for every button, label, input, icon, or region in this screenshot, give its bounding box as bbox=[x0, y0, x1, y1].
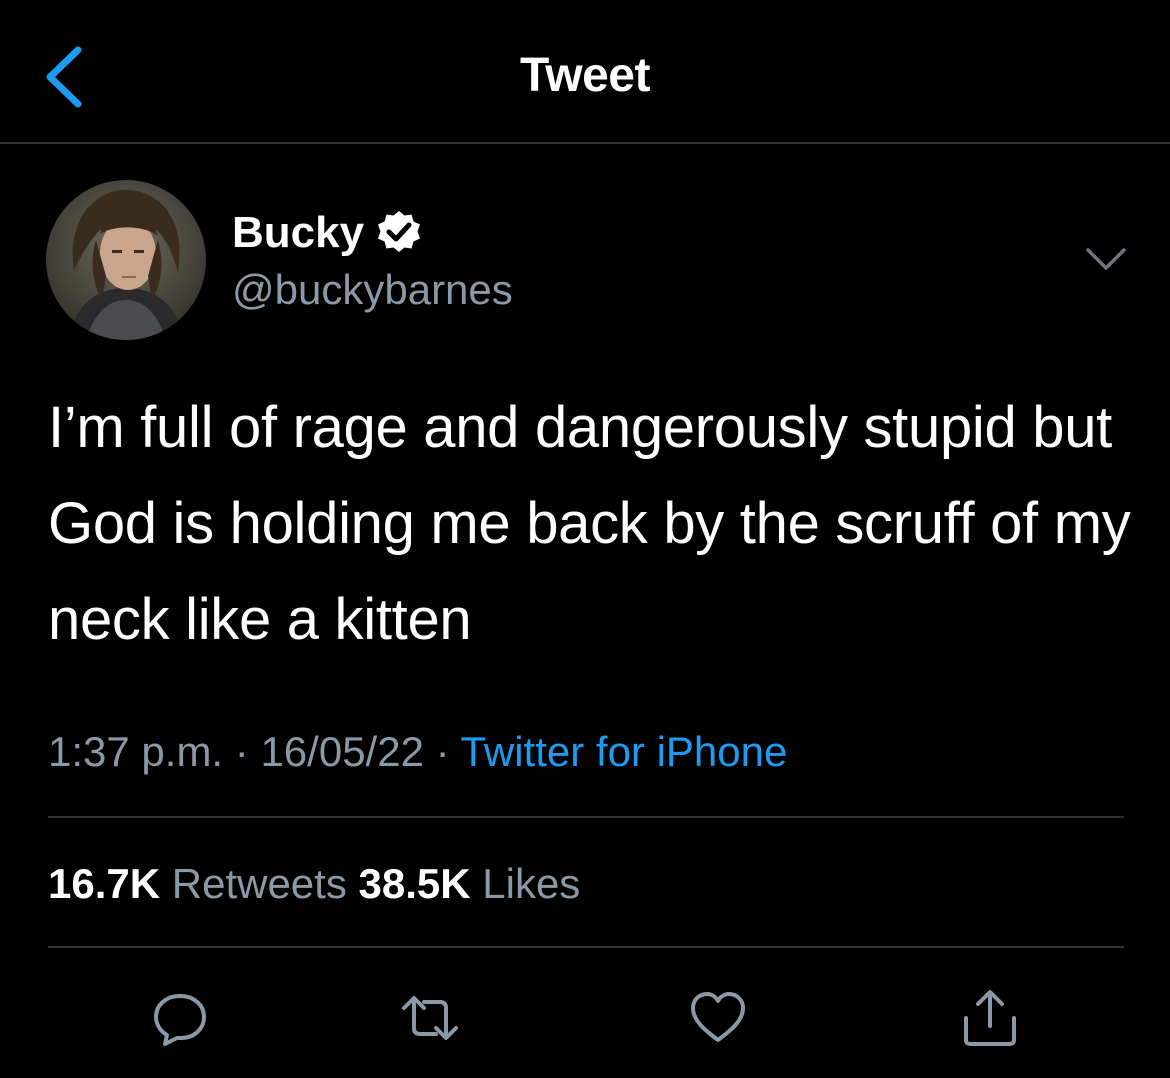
reply-icon bbox=[154, 994, 206, 1046]
tweet-text: I’m full of rage and dangerously stupid … bbox=[48, 395, 1131, 652]
tweet-menu-button[interactable] bbox=[1084, 244, 1128, 274]
retweets-label: Retweets bbox=[171, 860, 347, 907]
divider bbox=[48, 946, 1124, 948]
meta-separator: · bbox=[435, 728, 450, 775]
chevron-down-icon bbox=[1086, 248, 1126, 270]
author-display-name[interactable]: Bucky bbox=[232, 206, 364, 260]
retweets-stat[interactable]: 16.7K Retweets bbox=[48, 860, 359, 907]
likes-label: Likes bbox=[482, 860, 581, 907]
tweet-time: 1:37 p.m. bbox=[48, 728, 224, 775]
likes-stat[interactable]: 38.5K Likes bbox=[359, 860, 581, 907]
reply-button[interactable] bbox=[150, 988, 210, 1048]
share-icon bbox=[964, 990, 1016, 1046]
page-title: Tweet bbox=[520, 49, 650, 102]
share-button[interactable] bbox=[960, 988, 1020, 1048]
likes-count: 38.5K bbox=[358, 860, 471, 907]
tweet-meta: 1:37 p.m. · 16/05/22 · Twitter for iPhon… bbox=[48, 722, 787, 782]
retweet-icon bbox=[402, 996, 458, 1040]
tweet-date: 16/05/22 bbox=[260, 728, 424, 775]
author-name-row: Bucky bbox=[232, 206, 424, 260]
like-icon bbox=[691, 992, 745, 1042]
avatar-image bbox=[46, 180, 206, 340]
meta-separator: · bbox=[234, 728, 249, 775]
tweet-stats: 16.7K Retweets 38.5K Likes bbox=[48, 854, 580, 914]
retweet-button[interactable] bbox=[400, 988, 460, 1048]
verified-badge-icon bbox=[378, 211, 421, 252]
like-button[interactable] bbox=[688, 988, 748, 1048]
avatar[interactable] bbox=[46, 180, 206, 340]
divider bbox=[48, 816, 1124, 818]
retweets-count: 16.7K bbox=[48, 860, 161, 907]
author-handle[interactable]: @buckybarnes bbox=[232, 264, 513, 316]
top-bar: Tweet bbox=[0, 0, 1170, 144]
tweet-source-link[interactable]: Twitter for iPhone bbox=[461, 728, 788, 775]
